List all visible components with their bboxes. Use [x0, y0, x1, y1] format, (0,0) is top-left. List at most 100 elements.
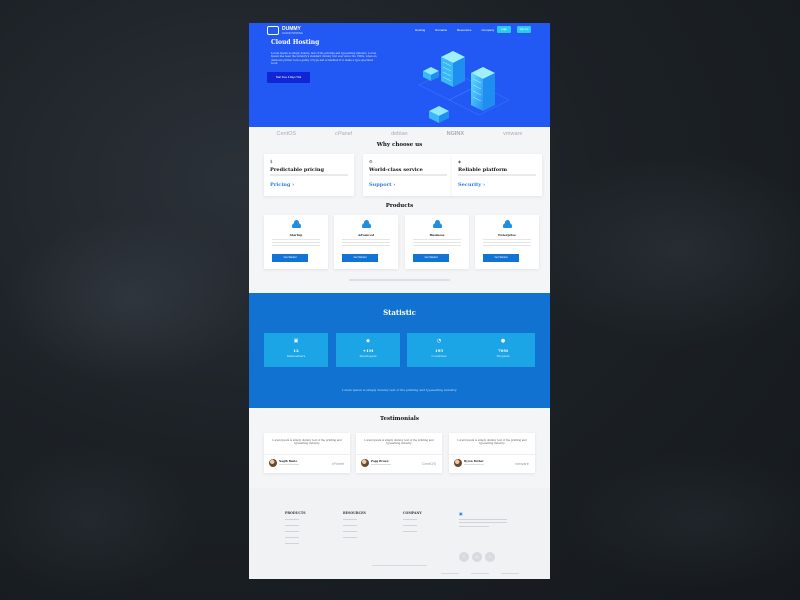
nav-item-resources[interactable]: Resources — [457, 28, 471, 32]
support-link[interactable]: Support › — [369, 182, 395, 188]
testimonial-name: Pogg Brown — [371, 460, 389, 463]
partner-debian: debian — [391, 131, 408, 137]
footer-column-products: PRODUCTS — [285, 511, 306, 548]
footer-about-line — [459, 518, 507, 520]
why-card-title: Predictable pricing — [270, 167, 324, 173]
stat-value: 195 — [434, 348, 444, 353]
top-nav: Hosting Domains Resources Company — [415, 28, 494, 32]
avatar — [269, 459, 277, 467]
security-link[interactable]: Security › — [458, 182, 485, 188]
footer-heading: RESOURCES — [343, 511, 366, 515]
product-desc-line — [413, 239, 461, 241]
product-name: Startup — [289, 233, 303, 237]
testimonial-quote: Lorem Ipsum is simply dummy text of the … — [272, 439, 342, 446]
stat-label: Datacenters — [286, 354, 306, 358]
get-started-button[interactable]: Get Started — [272, 254, 308, 262]
footer-link[interactable] — [403, 524, 417, 527]
stat-droplets: ● 70M Droplets — [471, 333, 535, 367]
stat-label: Developers — [359, 354, 377, 358]
footer-link[interactable] — [403, 519, 417, 521]
stat-datacenters: ▣ 12 Datacenters — [264, 333, 328, 367]
stat-value: 70M — [498, 348, 508, 353]
cloud-icon — [362, 220, 371, 228]
testimonial-role — [279, 464, 299, 466]
signup-button[interactable]: Sign Up — [517, 26, 531, 33]
get-started-button[interactable]: Get Started — [342, 254, 378, 262]
footer-link[interactable] — [285, 542, 299, 544]
free-trial-button[interactable]: Start Free 3-Days Trial — [267, 72, 310, 83]
why-card-description — [270, 174, 348, 176]
legal-link[interactable] — [501, 573, 519, 575]
partner-centos: CentOS — [276, 131, 297, 137]
statistic-description: Lorem Ipsum is simply dummy text of the … — [341, 388, 458, 392]
testimonial-role — [464, 464, 484, 466]
hero-title: Cloud Hosting — [271, 39, 320, 46]
why-section-title: Why choose us — [376, 142, 423, 148]
legal-links — [441, 573, 519, 575]
nav-item-hosting[interactable]: Hosting — [415, 28, 425, 32]
social-links: t in f — [459, 552, 495, 562]
product-desc-line — [413, 242, 461, 244]
get-started-button[interactable]: Get Started — [483, 254, 519, 262]
product-card-business: Business Get Started — [405, 215, 469, 269]
footer-column-resources: RESOURCES — [343, 511, 366, 543]
footer-logo-icon: ▣ — [459, 511, 463, 516]
footer-link[interactable] — [343, 519, 357, 521]
product-desc-line — [483, 245, 531, 247]
nav-item-domains[interactable]: Domains — [435, 28, 447, 32]
products-section-title: Products — [385, 203, 414, 209]
why-card-service: ⚙ World-class service Support › — [363, 154, 453, 196]
get-started-button[interactable]: Get Started — [413, 254, 449, 262]
hero-section: DUMMY CLOUD HOSTING Hosting Domains Reso… — [249, 23, 550, 127]
footer-link[interactable] — [285, 530, 299, 533]
footer-note — [372, 565, 427, 567]
testimonial-quote: Lorem Ipsum is simply dummy text of the … — [364, 439, 434, 446]
stat-value: 12 — [293, 348, 299, 353]
partner-vmware: vmware — [503, 131, 523, 137]
why-card-title: Reliable platform — [458, 167, 508, 173]
landing-page: DUMMY CLOUD HOSTING Hosting Domains Reso… — [249, 23, 550, 579]
avatar — [361, 459, 369, 467]
testimonial-card: Lorem Ipsum is simply dummy text of the … — [356, 433, 442, 473]
dollar-icon: $ — [270, 159, 273, 164]
login-button[interactable]: Login — [497, 26, 511, 33]
product-desc-line — [413, 245, 461, 247]
logo-icon — [267, 26, 279, 35]
footer-link[interactable] — [403, 530, 417, 533]
product-desc-line — [272, 239, 320, 241]
linkedin-icon[interactable]: in — [472, 552, 482, 562]
footer-link[interactable] — [343, 530, 357, 533]
footer-link[interactable] — [285, 536, 299, 539]
product-name: Business — [429, 233, 445, 237]
legal-link[interactable] — [471, 573, 489, 575]
testimonial-brand: vmware — [514, 461, 529, 466]
footer-column-company: COMPANY — [403, 511, 422, 537]
product-desc-line — [272, 245, 320, 247]
logo[interactable]: DUMMY CLOUD HOSTING — [267, 26, 303, 35]
products-note — [349, 279, 450, 281]
stat-label: Countries — [431, 354, 447, 358]
footer-about-line — [459, 522, 507, 524]
footer-link[interactable] — [285, 519, 299, 521]
datacenter-icon: ▣ — [293, 338, 299, 344]
product-desc-line — [483, 242, 531, 244]
footer-link[interactable] — [343, 536, 357, 539]
twitter-icon[interactable]: t — [459, 552, 469, 562]
globe-icon: ◔ — [436, 338, 442, 344]
stat-value: +1M — [362, 348, 374, 353]
nav-item-company[interactable]: Company — [481, 28, 494, 32]
statistic-section: Statistic ▣ 12 Datacenters ◆ +1M Develop… — [249, 293, 550, 408]
droplet-icon: ● — [500, 338, 506, 344]
stat-developers: ◆ +1M Developers — [336, 333, 400, 367]
product-desc-line — [272, 242, 320, 244]
footer-link[interactable] — [285, 524, 299, 527]
logo-tagline: CLOUD HOSTING — [282, 31, 303, 35]
server-illustration — [418, 51, 510, 123]
avatar — [454, 459, 462, 467]
legal-link[interactable] — [441, 573, 459, 575]
pricing-link[interactable]: Pricing › — [270, 182, 294, 188]
testimonial-brand: cPanel — [331, 461, 344, 466]
facebook-icon[interactable]: f — [485, 552, 495, 562]
footer-link[interactable] — [343, 524, 357, 527]
stat-label: Droplets — [496, 354, 510, 358]
